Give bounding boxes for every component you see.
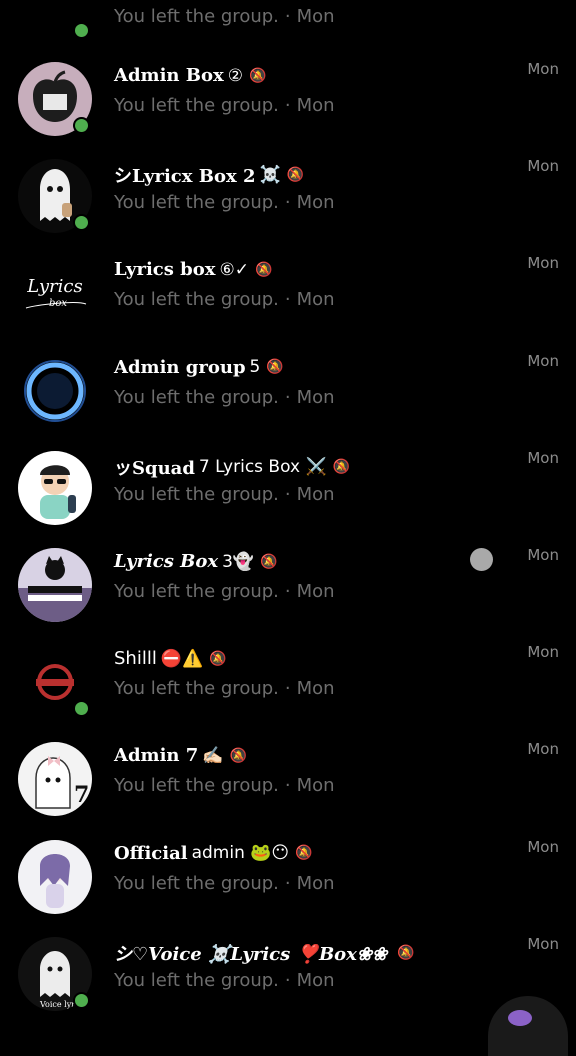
chat-name: シ♡Voice ☠️Lyrics ❣️Box❀❀ <box>114 943 388 965</box>
chat-name-suffix: ② <box>227 65 243 86</box>
chat-name-suffix: admin 🐸😶 <box>191 843 290 864</box>
chat-subtitle: You left the group. · Mon <box>114 775 335 797</box>
chat-title: Admin Box ② 🔕 <box>114 65 266 86</box>
bell-off-icon: 🔕 <box>260 553 278 570</box>
chat-name: シLyricx Box 2 <box>114 166 256 188</box>
floating-dot[interactable] <box>470 548 493 571</box>
chat-name: Admin Box <box>114 65 224 86</box>
chat-name-suffix: ⑥✓ <box>219 259 249 280</box>
chat-title: Shilll ⛔⚠️ 🔕 <box>114 648 227 669</box>
chat-row[interactable]: Voice lyri シ♡Voice ☠️Lyrics ❣️Box❀❀ 🔕 Yo… <box>0 934 576 1035</box>
chat-row[interactable]: Admin Box ② 🔕 You left the group. · Mon Mo… <box>0 60 576 160</box>
chat-title: Official admin 🐸😶 🔕 <box>114 843 313 864</box>
chat-time: Mon <box>527 837 559 856</box>
online-indicator <box>73 991 90 1009</box>
blue-ring-avatar <box>18 353 92 428</box>
chat-row[interactable]: ッSquad 7 Lyrics Box ⚔️ 🔕 You left the gr… <box>0 448 576 549</box>
chat-time: Mon <box>527 643 559 662</box>
online-indicator <box>73 700 90 718</box>
bell-off-icon: 🔕 <box>254 261 273 278</box>
chat-title: ッSquad 7 Lyrics Box ⚔️ 🔕 <box>114 454 350 480</box>
chat-subtitle: You left the group. · Mon <box>114 6 335 27</box>
bell-off-icon: 🔕 <box>209 650 227 667</box>
chat-name: Admin group <box>114 356 246 378</box>
chat-name-suffix: 5 <box>249 357 261 378</box>
chat-title: Admin 7 ✍🏻 🔕 <box>114 745 247 766</box>
chat-subtitle: You left the group. · Mon <box>114 872 335 894</box>
svg-text:Lyrics: Lyrics <box>26 276 83 297</box>
chat-time: Mon <box>527 60 559 78</box>
chat-row-partial[interactable]: You left the group. · Mon <box>0 0 576 39</box>
bell-off-icon: 🔕 <box>397 944 415 961</box>
chat-subtitle: You left the group. · Mon <box>114 95 335 116</box>
chat-time: Mon <box>527 157 559 176</box>
lyrics-logo-avatar: Lyrics box <box>18 256 92 331</box>
chat-subtitle: You left the group. · Mon <box>114 386 335 408</box>
cat-squad-avatar <box>18 548 92 622</box>
chat-subtitle: You left the group. · Mon <box>114 581 335 602</box>
chat-row[interactable]: シLyricx Box 2 ☠️ 🔕 You left the group. · M… <box>0 157 576 257</box>
chat-row[interactable]: 7 Admin 7 ✍🏻 🔕 You left the group. · Mon M… <box>0 740 576 840</box>
chat-subtitle: You left the group. · Mon <box>114 192 335 214</box>
chat-name: Admin 7 <box>114 745 199 767</box>
chat-name-suffix: 7 Lyrics Box ⚔️ <box>198 456 327 477</box>
chat-title: シ♡Voice ☠️Lyrics ❣️Box❀❀ 🔕 <box>114 940 415 966</box>
chat-title: Admin group 5 🔕 <box>114 357 284 378</box>
chat-row[interactable]: Official admin 🐸😶 🔕 You left the group. ·… <box>0 837 576 938</box>
chat-subtitle: You left the group. · Mon <box>114 289 335 311</box>
chat-name: Official <box>114 842 188 864</box>
bell-off-icon: 🔕 <box>295 845 313 862</box>
bell-off-icon: 🔕 <box>286 167 305 184</box>
anime-girl-avatar <box>18 839 92 914</box>
chat-name: Shilll <box>114 648 157 670</box>
chat-name: ッSquad <box>114 457 195 479</box>
chat-name-suffix: ⛔⚠️ <box>160 648 204 669</box>
chat-subtitle: You left the group. · Mon <box>114 969 335 991</box>
online-indicator <box>73 214 90 232</box>
chat-time: Mon <box>527 934 559 953</box>
chat-row[interactable]: Shilll ⛔⚠️ 🔕 You left the group. · Mon Mon <box>0 643 576 743</box>
bell-off-icon: 🔕 <box>332 458 351 475</box>
chat-time: Mon <box>527 351 559 370</box>
bell-off-icon: 🔕 <box>229 747 247 764</box>
chat-name-suffix: 3👻 <box>222 551 255 572</box>
chat-title: シLyricx Box 2 ☠️ 🔕 <box>114 162 304 188</box>
chat-name-suffix: ☠️ <box>259 165 281 186</box>
bell-off-icon: 🔕 <box>266 359 284 376</box>
chat-time: Mon <box>527 740 559 759</box>
bow-ghost-avatar: 7 <box>18 742 92 817</box>
online-indicator <box>73 22 90 39</box>
chat-name: Lyrics box <box>114 259 216 281</box>
chat-name: Lyrics Box <box>114 551 219 572</box>
chat-name-suffix: ✍🏻 <box>202 745 224 766</box>
chat-row[interactable]: Admin group 5 🔕 You left the group. · Mon … <box>0 351 576 452</box>
chat-time: Mon <box>527 448 559 467</box>
chat-title: Lyrics box ⑥✓ 🔕 <box>114 259 272 280</box>
chat-time: Mon <box>527 546 559 564</box>
chat-subtitle: You left the group. · Mon <box>114 678 335 700</box>
bell-off-icon: 🔕 <box>249 67 267 84</box>
online-indicator <box>73 117 90 134</box>
svg-text:7: 7 <box>74 782 89 808</box>
chat-time: Mon <box>527 254 559 273</box>
chat-row[interactable]: Lyrics box Lyrics box ⑥✓ 🔕 You left the g… <box>0 254 576 354</box>
chat-subtitle: You left the group. · Mon <box>114 483 335 505</box>
cartoon-boy-avatar <box>18 450 92 525</box>
chat-title: Lyrics Box 3👻 🔕 <box>114 551 278 572</box>
